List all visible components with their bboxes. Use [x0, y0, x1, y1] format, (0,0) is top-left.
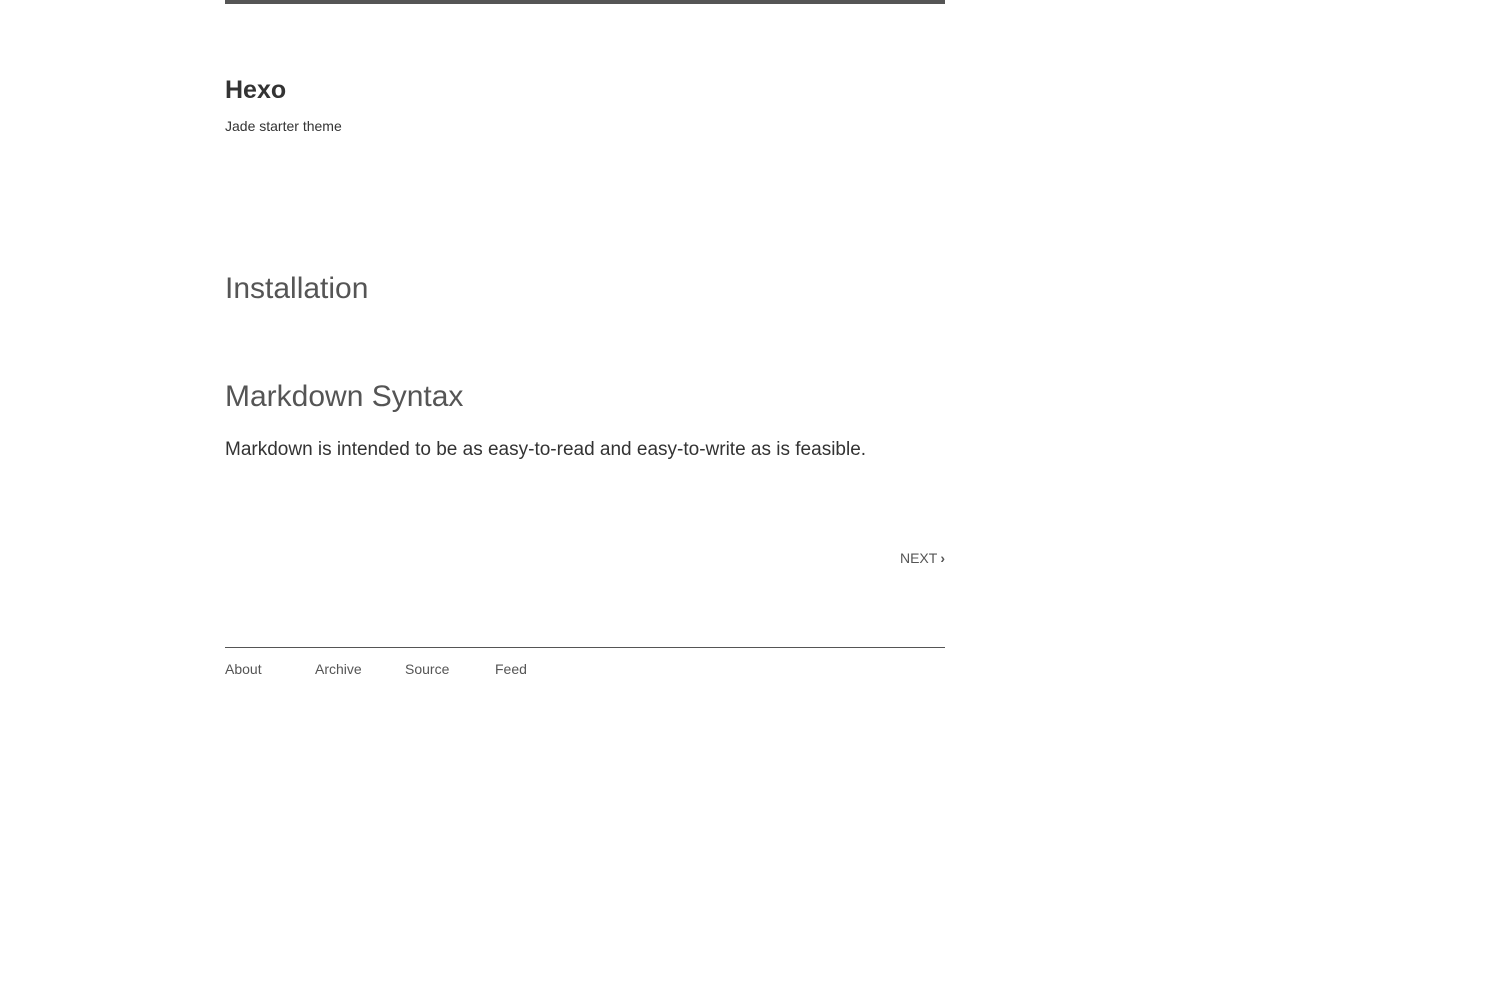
post-excerpt: Markdown is intended to be as easy-to-re…: [225, 439, 867, 460]
footer-link-archive[interactable]: Archive: [315, 659, 362, 679]
footer-divider: [225, 647, 945, 648]
chevron-right-icon: ›: [940, 550, 945, 566]
next-page-link[interactable]: NEXT ›: [900, 548, 945, 568]
footer-link-source[interactable]: Source: [405, 659, 449, 679]
footer-link-feed[interactable]: Feed: [495, 659, 527, 679]
footer-nav: About Archive Source Feed: [225, 659, 945, 679]
site-title-link[interactable]: Hexo: [225, 74, 286, 106]
next-page-label: NEXT: [899, 550, 938, 566]
site-subtitle: Jade starter theme: [225, 118, 342, 134]
post-title-markdown-syntax[interactable]: Markdown Syntax: [225, 378, 463, 416]
top-accent-bar: [225, 0, 945, 4]
post-title-installation[interactable]: Installation: [225, 270, 368, 308]
footer-link-about[interactable]: About: [225, 659, 262, 679]
